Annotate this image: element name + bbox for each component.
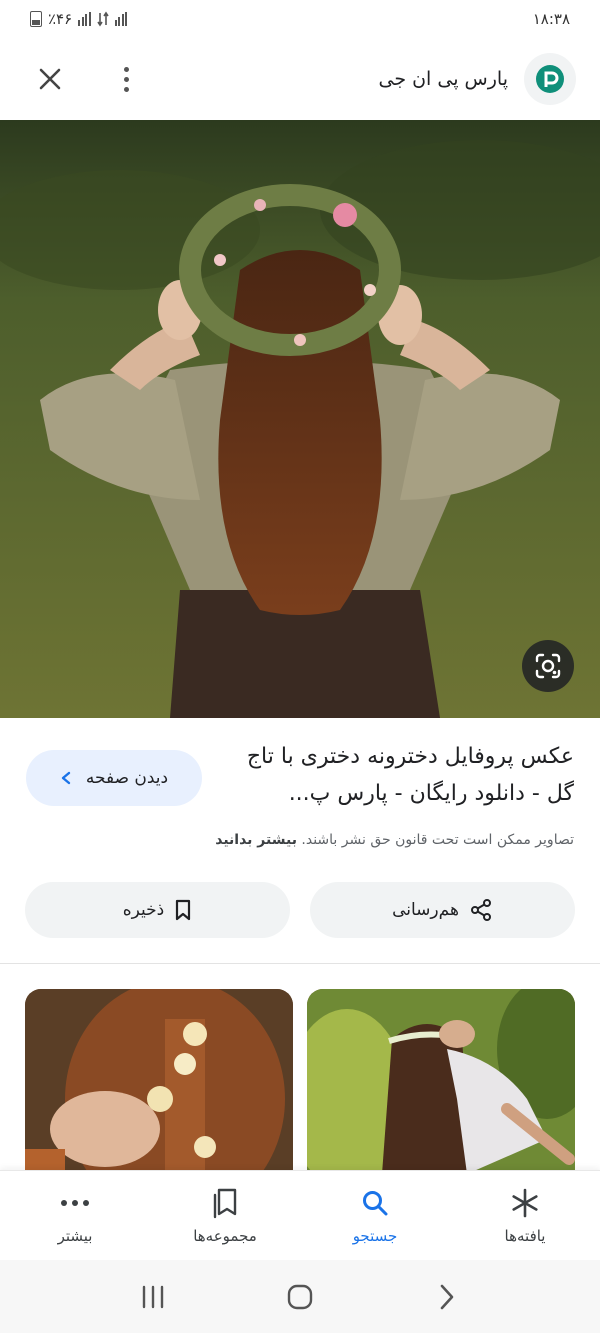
copyright-notice: تصاویر ممکن است تحت قانون حق نشر باشند. … bbox=[14, 832, 574, 848]
visit-page-button[interactable]: دیدن صفحه bbox=[26, 750, 202, 806]
nav-search-label: جستجو bbox=[352, 1226, 398, 1245]
chevron-right-icon bbox=[440, 1284, 453, 1309]
google-lens-button[interactable] bbox=[522, 640, 574, 692]
site-logo bbox=[524, 53, 576, 105]
recents-icon bbox=[143, 1285, 164, 1308]
nav-collections-label: مجموعه‌ها bbox=[193, 1226, 257, 1245]
share-label: هم‌رسانی bbox=[392, 900, 459, 920]
main-image[interactable] bbox=[0, 120, 600, 718]
nav-collections[interactable]: مجموعه‌ها bbox=[160, 1187, 290, 1245]
save-label: ذخیره bbox=[122, 900, 165, 920]
battery-percent: ٪۴۶ bbox=[48, 10, 73, 28]
related-image-1[interactable] bbox=[25, 989, 293, 1174]
nav-more-label: بیشتر bbox=[57, 1226, 93, 1245]
battery-icon bbox=[30, 11, 42, 27]
related-images bbox=[25, 989, 575, 1174]
system-navigation bbox=[0, 1260, 600, 1333]
home-button[interactable] bbox=[270, 1272, 330, 1322]
bottom-navigation: یافته‌ها جستجو مجموعه‌ها بیشتر bbox=[0, 1170, 600, 1260]
learn-more-link[interactable]: بیشتر بدانید bbox=[215, 832, 297, 848]
site-name: پارس پی ان جی bbox=[378, 68, 508, 90]
status-icons: ٪۴۶ bbox=[30, 10, 128, 28]
more-options-icon[interactable] bbox=[116, 59, 136, 99]
status-time: ۱۸:۳۸ bbox=[532, 10, 570, 28]
source-site[interactable]: پارس پی ان جی bbox=[378, 53, 576, 105]
related-image-2[interactable] bbox=[307, 989, 575, 1174]
share-icon bbox=[470, 899, 491, 921]
home-icon bbox=[287, 1284, 313, 1309]
site-logo-icon bbox=[536, 65, 564, 93]
nav-more[interactable]: بیشتر bbox=[10, 1187, 140, 1245]
back-button[interactable] bbox=[417, 1272, 477, 1322]
main-photo bbox=[0, 120, 600, 718]
bookmark-icon bbox=[176, 899, 191, 921]
divider bbox=[0, 963, 600, 964]
collections-icon bbox=[213, 1188, 237, 1218]
signal-icon-2 bbox=[114, 12, 128, 26]
header: پارس پی ان جی bbox=[0, 38, 600, 120]
share-button[interactable]: هم‌رسانی bbox=[310, 882, 575, 938]
recents-button[interactable] bbox=[123, 1272, 183, 1322]
signal-icon bbox=[78, 12, 91, 26]
data-transfer-icon bbox=[97, 11, 109, 27]
search-icon bbox=[363, 1190, 388, 1215]
more-dots-icon bbox=[61, 1199, 89, 1206]
status-bar: ٪۴۶ ۱۸:۳۸ bbox=[0, 0, 600, 38]
visit-page-label: دیدن صفحه bbox=[85, 768, 169, 788]
nav-search[interactable]: جستجو bbox=[310, 1187, 440, 1245]
result-title-row: دیدن صفحه عکس پروفایل دخترونه دختری با ت… bbox=[0, 738, 600, 812]
lens-icon bbox=[535, 653, 561, 679]
nav-discover[interactable]: یافته‌ها bbox=[460, 1187, 590, 1245]
copyright-text: تصاویر ممکن است تحت قانون حق نشر باشند. bbox=[296, 832, 574, 848]
header-actions bbox=[30, 59, 136, 99]
save-button[interactable]: ذخیره bbox=[25, 882, 290, 938]
chevron-left-icon bbox=[61, 771, 71, 785]
related-photo-2 bbox=[307, 989, 575, 1174]
related-photo-1 bbox=[25, 989, 293, 1174]
asterisk-icon bbox=[512, 1188, 538, 1217]
nav-discover-label: یافته‌ها bbox=[504, 1226, 546, 1245]
result-actions: ذخیره هم‌رسانی bbox=[25, 882, 575, 938]
result-title[interactable]: عکس پروفایل دخترونه دختری با تاج گل - دا… bbox=[234, 738, 574, 812]
close-icon[interactable] bbox=[30, 59, 70, 99]
